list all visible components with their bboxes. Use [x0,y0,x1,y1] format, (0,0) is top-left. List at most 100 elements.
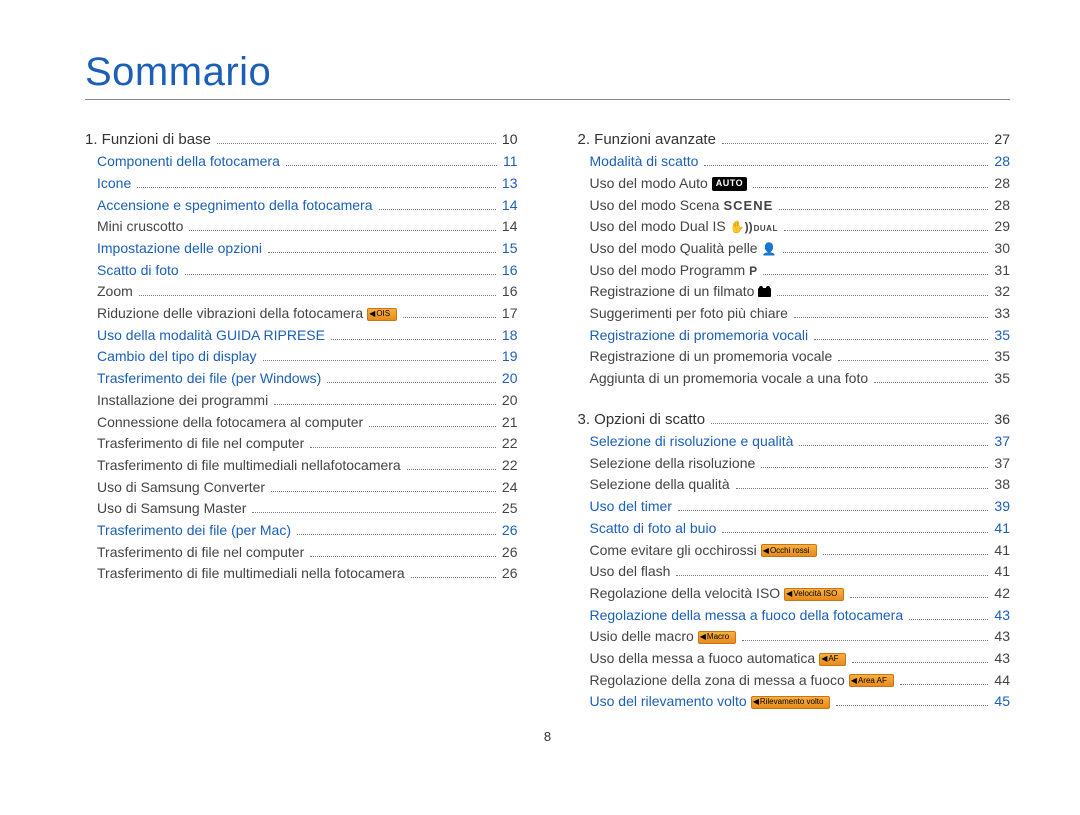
toc-leader-dots [722,143,989,144]
toc-leader-dots [379,209,496,210]
toc-entry-label: 3. Opzioni di scatto [578,408,706,431]
toc-entry[interactable]: Uso di Samsung Converter24 [85,477,518,499]
toc-entry[interactable]: Trasferimento di file nel computer26 [85,542,518,564]
toc-entry[interactable]: Trasferimento dei file (per Mac)26 [85,520,518,542]
toc-entry[interactable]: Accensione e spegnimento della fotocamer… [85,195,518,217]
toc-entry-page: 38 [994,474,1010,496]
toc-entry-page: 18 [502,325,518,347]
toc-entry[interactable]: Usio delle macro◀Macro 43 [578,626,1011,648]
toc-entry[interactable]: Uso del modo Dual IS✋))DUAL29 [578,216,1011,238]
toc-leader-dots [217,143,496,144]
toc-entry[interactable]: Componenti della fotocamera11 [85,151,518,173]
scene-icon: SCENE [723,198,773,213]
toc-entry[interactable]: Uso della messa a fuoco automatica◀AF43 [578,648,1011,670]
toc-entry[interactable]: 2. Funzioni avanzate27 [578,128,1011,151]
toc-entry-label: Scatto di foto [85,260,179,282]
toc-entry[interactable]: Registrazione di un promemoria vocale35 [578,346,1011,368]
toc-entry[interactable]: Uso del modo ScenaSCENE28 [578,195,1011,217]
toc-entry-label: Uso del timer [578,496,672,518]
toc-leader-dots [678,510,988,511]
toc-entry[interactable]: Icone13 [85,173,518,195]
toc-entry-label: Connessione della fotocamera al computer [85,412,363,434]
toc-leader-dots [268,252,496,253]
feature-badge: ◀AF [819,653,845,666]
toc-entry-page: 28 [994,173,1010,195]
toc-leader-dots [763,274,988,275]
toc-entry[interactable]: Selezione della risoluzione37 [578,453,1011,475]
toc-entry-label: Cambio del tipo di display [85,346,257,368]
toc-entry-label: Regolazione della velocità ISO◀Velocità … [578,583,845,605]
toc-entry[interactable]: Registrazione di un filmato32 [578,281,1011,303]
toc-leader-dots [823,554,989,555]
toc-entry-page: 43 [994,626,1010,648]
toc-entry[interactable]: Uso del timer39 [578,496,1011,518]
toc-entry-label: Trasferimento di file multimediali nella… [85,563,405,585]
toc-entry[interactable]: Aggiunta di un promemoria vocale a una f… [578,368,1011,390]
toc-entry-page: 29 [994,216,1010,238]
toc-entry[interactable]: Trasferimento dei file (per Windows)20 [85,368,518,390]
toc-entry[interactable]: Uso della modalità GUIDA RIPRESE 18 [85,325,518,347]
toc-entry[interactable]: Trasferimento di file multimediali nella… [85,563,518,585]
toc-leader-dots [761,467,988,468]
toc-entry-page: 26 [502,520,518,542]
toc-leader-dots [814,339,988,340]
toc-entry-label: 1. Funzioni di base [85,128,211,151]
toc-entry-page: 28 [994,151,1010,173]
toc-leader-dots [327,382,496,383]
toc-entry[interactable]: Come evitare gli occhirossi◀Occhi rossi4… [578,540,1011,562]
toc-entry[interactable]: Suggerimenti per foto più chiare33 [578,303,1011,325]
toc-entry[interactable]: Zoom16 [85,281,518,303]
toc-entry-page: 37 [994,453,1010,475]
toc-entry-page: 37 [994,431,1010,453]
toc-entry-label: Usio delle macro◀Macro [578,626,737,648]
toc-entry-page: 13 [502,173,518,195]
toc-leader-dots [407,469,496,470]
toc-entry[interactable]: Uso del modo AutoAUTO28 [578,173,1011,195]
toc-leader-dots [310,556,496,557]
toc-entry[interactable]: Trasferimento di file multimediali nella… [85,455,518,477]
toc-entry-page: 41 [994,561,1010,583]
toc-entry[interactable]: Cambio del tipo di display19 [85,346,518,368]
toc-entry[interactable]: Selezione di risoluzione e qualità 37 [578,431,1011,453]
toc-entry[interactable]: Uso del rilevamento volto◀Rilevamento vo… [578,691,1011,713]
feature-badge: ◀Area AF [849,674,894,687]
toc-entry[interactable]: Riduzione delle vibrazioni della fotocam… [85,303,518,325]
toc-entry-label: Uso della modalità GUIDA RIPRESE [85,325,325,347]
toc-leader-dots [411,577,496,578]
toc-entry-page: 43 [994,605,1010,627]
toc-entry-page: 21 [502,412,518,434]
toc-leader-dots [369,426,496,427]
toc-entry[interactable]: Registrazione di promemoria vocali35 [578,325,1011,347]
toc-entry-label: Selezione di risoluzione e qualità [578,431,794,453]
toc-entry[interactable]: Regolazione della zona di messa a fuoco◀… [578,670,1011,692]
toc-leader-dots [736,488,989,489]
toc-entry[interactable]: Impostazione delle opzioni15 [85,238,518,260]
toc-entry[interactable]: Scatto di foto al buio41 [578,518,1011,540]
toc-entry[interactable]: Uso del flash41 [578,561,1011,583]
toc-entry[interactable]: 3. Opzioni di scatto36 [578,408,1011,431]
toc-leader-dots [676,575,988,576]
toc-entry[interactable]: Uso di Samsung Master25 [85,498,518,520]
toc-entry-page: 20 [502,390,518,412]
toc-entry-page: 43 [994,648,1010,670]
toc-entry-page: 41 [994,540,1010,562]
toc-entry-page: 32 [994,281,1010,303]
toc-entry[interactable]: Uso del modo ProgrammP31 [578,260,1011,282]
feature-badge: ◀Rilevamento volto [751,696,831,709]
toc-entry[interactable]: Trasferimento di file nel computer22 [85,433,518,455]
toc-entry[interactable]: Installazione dei programmi20 [85,390,518,412]
toc-entry[interactable]: 1. Funzioni di base10 [85,128,518,151]
toc-entry[interactable]: Connessione della fotocamera al computer… [85,412,518,434]
feature-badge: ◀OIS [367,308,397,321]
toc-entry[interactable]: Uso del modo Qualità pelle👤30 [578,238,1011,260]
toc-entry-label: Scatto di foto al buio [578,518,717,540]
toc-entry[interactable]: Selezione della qualità38 [578,474,1011,496]
toc-entry[interactable]: Scatto di foto16 [85,260,518,282]
toc-entry-label: Mini cruscotto [85,216,183,238]
toc-entry[interactable]: Regolazione della messa a fuoco della fo… [578,605,1011,627]
toc-entry[interactable]: Modalità di scatto28 [578,151,1011,173]
toc-entry[interactable]: Mini cruscotto14 [85,216,518,238]
toc-entry-label: Uso del modo ProgrammP [578,260,758,282]
toc-entry[interactable]: Regolazione della velocità ISO◀Velocità … [578,583,1011,605]
toc-columns: 1. Funzioni di base10Componenti della fo… [85,128,1010,713]
